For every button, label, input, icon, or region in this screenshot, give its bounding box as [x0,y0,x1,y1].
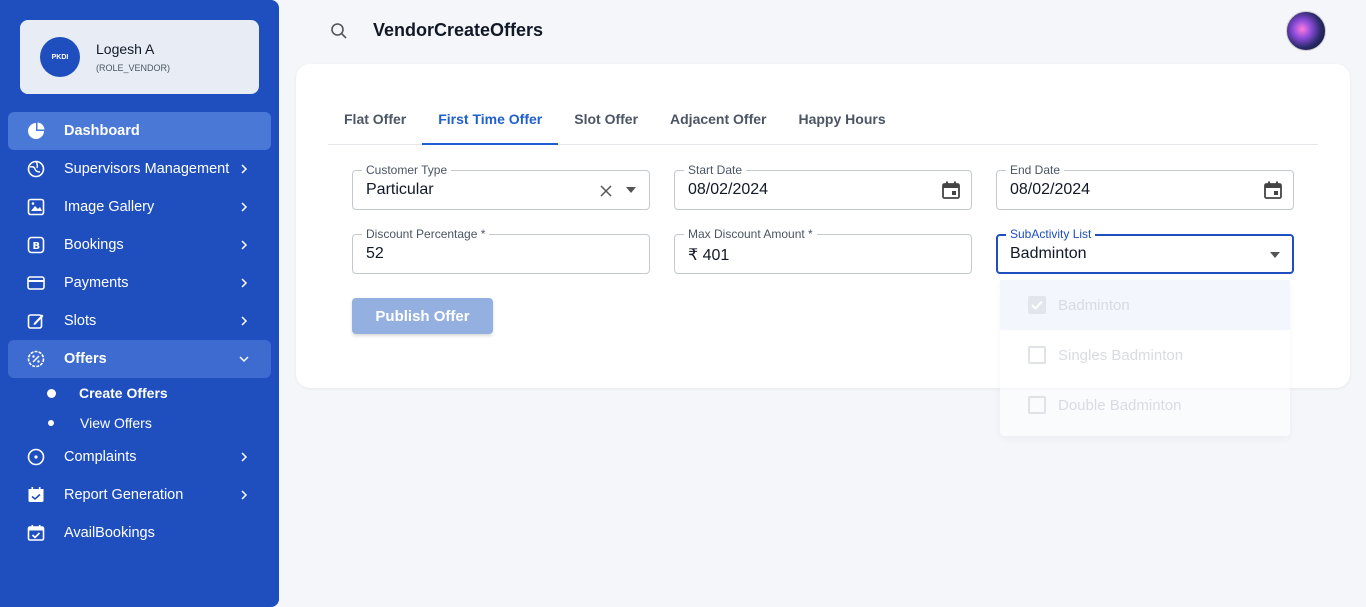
credit-card-icon [26,273,46,293]
sidebar-nav: Dashboard Supervisors Management Image G… [8,112,271,552]
bullet-icon [47,388,56,398]
field-label: Discount Percentage * [362,227,490,241]
sidebar-item-availbookings[interactable]: AvailBookings [8,514,271,552]
end-date-field[interactable]: End Date 08/02/2024 [996,163,1294,210]
sidebar-item-label: Slots [64,313,97,329]
sidebar-item-label: Bookings [64,237,124,253]
option-label: Badminton [1058,296,1130,314]
chevron-right-icon [241,490,248,500]
chevron-right-icon [241,240,248,250]
dropdown-arrow-icon[interactable] [625,186,637,194]
tab-flat-offer[interactable]: Flat Offer [328,100,422,144]
sidebar: PKDI Logesh A (ROLE_VENDOR) Dashboard Su… [0,0,279,607]
publish-offer-button[interactable]: Publish Offer [352,298,493,334]
max-discount-amount-field[interactable]: Max Discount Amount * ₹ 401 [674,227,972,274]
sidebar-item-supervisors[interactable]: Supervisors Management [8,150,271,188]
start-date-field[interactable]: Start Date 08/02/2024 [674,163,972,210]
customer-type-select[interactable]: Customer Type Particular [352,163,650,210]
sidebar-item-label: Offers [64,351,107,367]
sidebar-item-slots[interactable]: Slots [8,302,271,340]
checkbox-checked-icon[interactable] [1028,296,1046,314]
avatar[interactable] [1286,11,1326,51]
radio-circle-icon [26,447,46,467]
field-value: 08/02/2024 [688,181,769,198]
sidebar-item-label: Image Gallery [64,199,155,215]
sidebar-item-label: Dashboard [64,123,140,139]
discount-icon [26,349,46,369]
page-title: VendorCreateOffers [373,20,544,40]
bullet-icon [48,420,54,426]
sidebar-item-label: Report Generation [64,487,184,503]
option-label: Singles Badminton [1058,346,1184,364]
sidebar-subitem-label: View Offers [80,415,152,431]
field-value: 52 [366,245,384,262]
sidebar-item-offers[interactable]: Offers [8,340,271,378]
tab-first-time-offer[interactable]: First Time Offer [422,100,559,145]
clear-icon[interactable] [599,184,613,198]
field-label: SubActivity List [1006,227,1096,241]
pie-chart-icon [26,121,46,141]
field-value: 08/02/2024 [1010,181,1091,198]
profile-name: Logesh A [96,41,155,57]
bookings-icon: B [26,235,46,255]
field-label: Max Discount Amount * [684,227,817,241]
offer-tabs: Flat Offer First Time Offer Slot Offer A… [328,100,1318,145]
sidebar-item-label: Complaints [64,449,137,465]
checkbox-icon[interactable] [1028,396,1046,414]
sidebar-item-image-gallery[interactable]: Image Gallery [8,188,271,226]
discount-percentage-field[interactable]: Discount Percentage * 52 [352,227,650,274]
chevron-right-icon [241,164,248,174]
dropdown-option-badminton[interactable]: Badminton [1000,280,1290,330]
calendar-icon[interactable] [941,180,961,200]
chevron-down-icon [239,356,249,363]
sidebar-item-label: Supervisors Management [64,161,230,177]
sidebar-item-label: AvailBookings [64,525,155,541]
sidebar-subitem-view-offers[interactable]: View Offers [8,408,271,438]
tab-happy-hours[interactable]: Happy Hours [782,100,901,144]
field-value: Particular [366,181,434,198]
field-label: End Date [1006,163,1065,177]
edit-note-icon [26,311,46,331]
option-label: Double Badminton [1058,396,1182,414]
chevron-right-icon [241,278,248,288]
dropdown-arrow-icon[interactable] [1269,251,1281,259]
sidebar-item-label: Payments [64,275,129,291]
topbar: VendorCreateOffers [279,0,1366,62]
sidebar-item-payments[interactable]: Payments [8,264,271,302]
profile-role: (ROLE_VENDOR) [96,63,171,73]
dropdown-option-singles-badminton[interactable]: Singles Badminton [1000,330,1290,380]
sidebar-item-dashboard[interactable]: Dashboard [8,112,271,150]
subactivity-select[interactable]: SubActivity List Badminton [996,227,1294,274]
dropdown-option-double-badminton[interactable]: Double Badminton [1000,380,1290,430]
chevron-right-icon [241,316,248,326]
checkbox-icon[interactable] [1028,346,1046,364]
chevron-right-icon [241,202,248,212]
profile-card[interactable]: PKDI Logesh A (ROLE_VENDOR) [20,20,259,94]
calendar-check-icon [26,485,46,505]
field-value: Badminton [1010,245,1087,262]
vendor-logo: PKDI [40,37,80,77]
search-icon[interactable] [330,22,348,40]
field-label: Start Date [684,163,747,177]
image-gallery-icon [26,197,46,217]
sidebar-item-report-generation[interactable]: Report Generation [8,476,271,514]
offers-submenu: Create Offers View Offers [8,378,271,438]
calendar-icon[interactable] [1263,180,1283,200]
field-label: Customer Type [362,163,452,177]
sidebar-subitem-label: Create Offers [79,385,168,401]
globe-icon [26,159,46,179]
sidebar-item-bookings[interactable]: B Bookings [8,226,271,264]
sidebar-subitem-create-offers[interactable]: Create Offers [8,378,271,408]
tab-slot-offer[interactable]: Slot Offer [558,100,654,144]
chevron-right-icon [241,452,248,462]
subactivity-dropdown-menu: Badminton Singles Badminton Double Badmi… [1000,280,1290,436]
tab-adjacent-offer[interactable]: Adjacent Offer [654,100,782,144]
event-available-icon [26,523,46,543]
svg-text:B: B [33,241,41,252]
field-value: ₹ 401 [688,247,730,264]
sidebar-item-complaints[interactable]: Complaints [8,438,271,476]
